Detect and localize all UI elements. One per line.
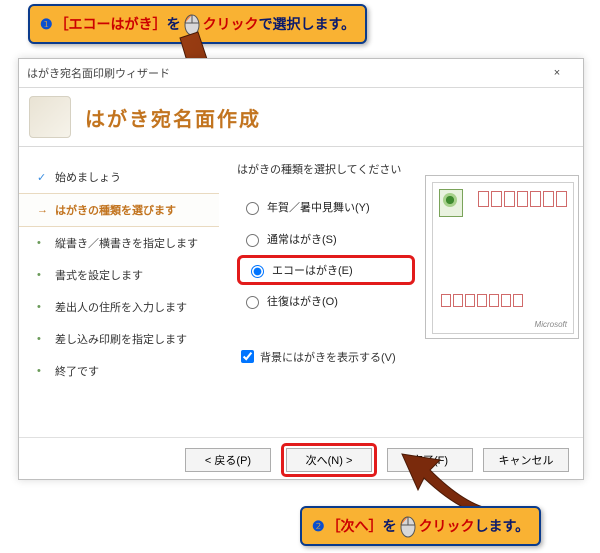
step-item-finish: • 終了です — [19, 355, 219, 387]
step-label: はがきの種類を選びます — [55, 202, 176, 218]
postcard-graphic: Microsoft — [432, 182, 574, 334]
callout-2-b: を — [383, 516, 397, 536]
callout-1-red: ［エコーはがき］ — [55, 14, 167, 34]
wizard-logo-icon — [29, 96, 71, 138]
step-label: 始めましょう — [55, 169, 121, 185]
body-area: ✓ 始めましょう → はがきの種類を選びます • 縦書き／横書きを指定します •… — [19, 147, 583, 437]
radio-label: 往復はがき(O) — [267, 293, 338, 309]
bullet-icon: • — [37, 237, 47, 249]
header-strip: はがき宛名面作成 — [19, 88, 583, 147]
radio-nenga-input[interactable] — [246, 202, 259, 215]
radio-label: 通常はがき(S) — [267, 231, 337, 247]
radio-echo[interactable]: エコーはがき(E) — [246, 262, 406, 278]
callout-1-d: で選択します。 — [259, 14, 356, 34]
step-list: ✓ 始めましょう → はがきの種類を選びます • 縦書き／横書きを指定します •… — [19, 147, 219, 437]
preview-brand: Microsoft — [535, 320, 567, 329]
step-item-format: • 書式を設定します — [19, 259, 219, 291]
callout-2-d: します。 — [475, 516, 530, 536]
radio-return-input[interactable] — [246, 296, 259, 309]
wizard-heading: はがき宛名面作成 — [85, 103, 261, 132]
postcard-preview: Microsoft — [425, 175, 579, 339]
stamp-icon — [439, 189, 463, 217]
radio-label: エコーはがき(E) — [272, 262, 353, 278]
callout-2-c: クリック — [419, 516, 475, 536]
callout-1-num: ❶ — [40, 16, 53, 33]
step-label: 縦書き／横書きを指定します — [55, 235, 198, 251]
wizard-window: はがき宛名面印刷ウィザード × はがき宛名面作成 ✓ 始めましょう → はがきの… — [18, 58, 584, 480]
titlebar: はがき宛名面印刷ウィザード × — [19, 59, 583, 88]
callout-2-num: ❷ — [312, 518, 325, 535]
cancel-button[interactable]: キャンセル — [483, 448, 569, 472]
step-label: 差出人の住所を入力します — [55, 299, 187, 315]
arrow-right-icon: → — [37, 204, 47, 216]
bg-checkbox[interactable] — [241, 350, 254, 363]
mouse-icon — [183, 12, 201, 36]
next-button-highlight: 次へ(N) > — [281, 443, 377, 477]
step-item-merge: • 差し込み印刷を指定します — [19, 323, 219, 355]
mouse-icon — [399, 514, 417, 538]
callout-2: ❷ ［次へ］ を クリック します。 — [300, 506, 541, 546]
zipcode-top — [478, 191, 567, 207]
step-label: 終了です — [55, 363, 99, 379]
step-label: 差し込み印刷を指定します — [55, 331, 187, 347]
step-item-start: ✓ 始めましょう — [19, 161, 219, 193]
radio-label: 年賀／暑中見舞い(Y) — [267, 199, 370, 215]
radio-echo-input[interactable] — [251, 265, 264, 278]
close-button[interactable]: × — [539, 67, 575, 79]
step-label: 書式を設定します — [55, 267, 143, 283]
radio-normal-input[interactable] — [246, 234, 259, 247]
bullet-icon: • — [37, 269, 47, 281]
finish-button[interactable]: 完了(F) — [387, 448, 473, 472]
zipcode-bottom — [441, 294, 523, 307]
back-button[interactable]: < 戻る(P) — [185, 448, 271, 472]
button-bar: < 戻る(P) 次へ(N) > 完了(F) キャンセル — [19, 437, 583, 482]
callout-2-red: ［次へ］ — [327, 516, 383, 536]
option-pane: はがきの種類を選択してください 年賀／暑中見舞い(Y) 通常はがき(S) エコー… — [219, 147, 583, 437]
radio-echo-highlight: エコーはがき(E) — [237, 255, 415, 285]
callout-1: ❶ ［エコーはがき］ を クリック で選択します。 — [28, 4, 367, 44]
checkmark-icon: ✓ — [37, 171, 47, 184]
bullet-icon: • — [37, 365, 47, 377]
step-item-orientation: • 縦書き／横書きを指定します — [19, 227, 219, 259]
bg-checkbox-label: 背景にはがきを表示する(V) — [260, 349, 396, 365]
callout-1-c: クリック — [203, 14, 259, 34]
next-button[interactable]: 次へ(N) > — [286, 448, 372, 472]
window-title: はがき宛名面印刷ウィザード — [27, 65, 539, 81]
step-item-type: → はがきの種類を選びます — [19, 193, 219, 227]
bullet-icon: • — [37, 333, 47, 345]
step-item-sender: • 差出人の住所を入力します — [19, 291, 219, 323]
callout-1-b: を — [167, 14, 181, 34]
bullet-icon: • — [37, 301, 47, 313]
